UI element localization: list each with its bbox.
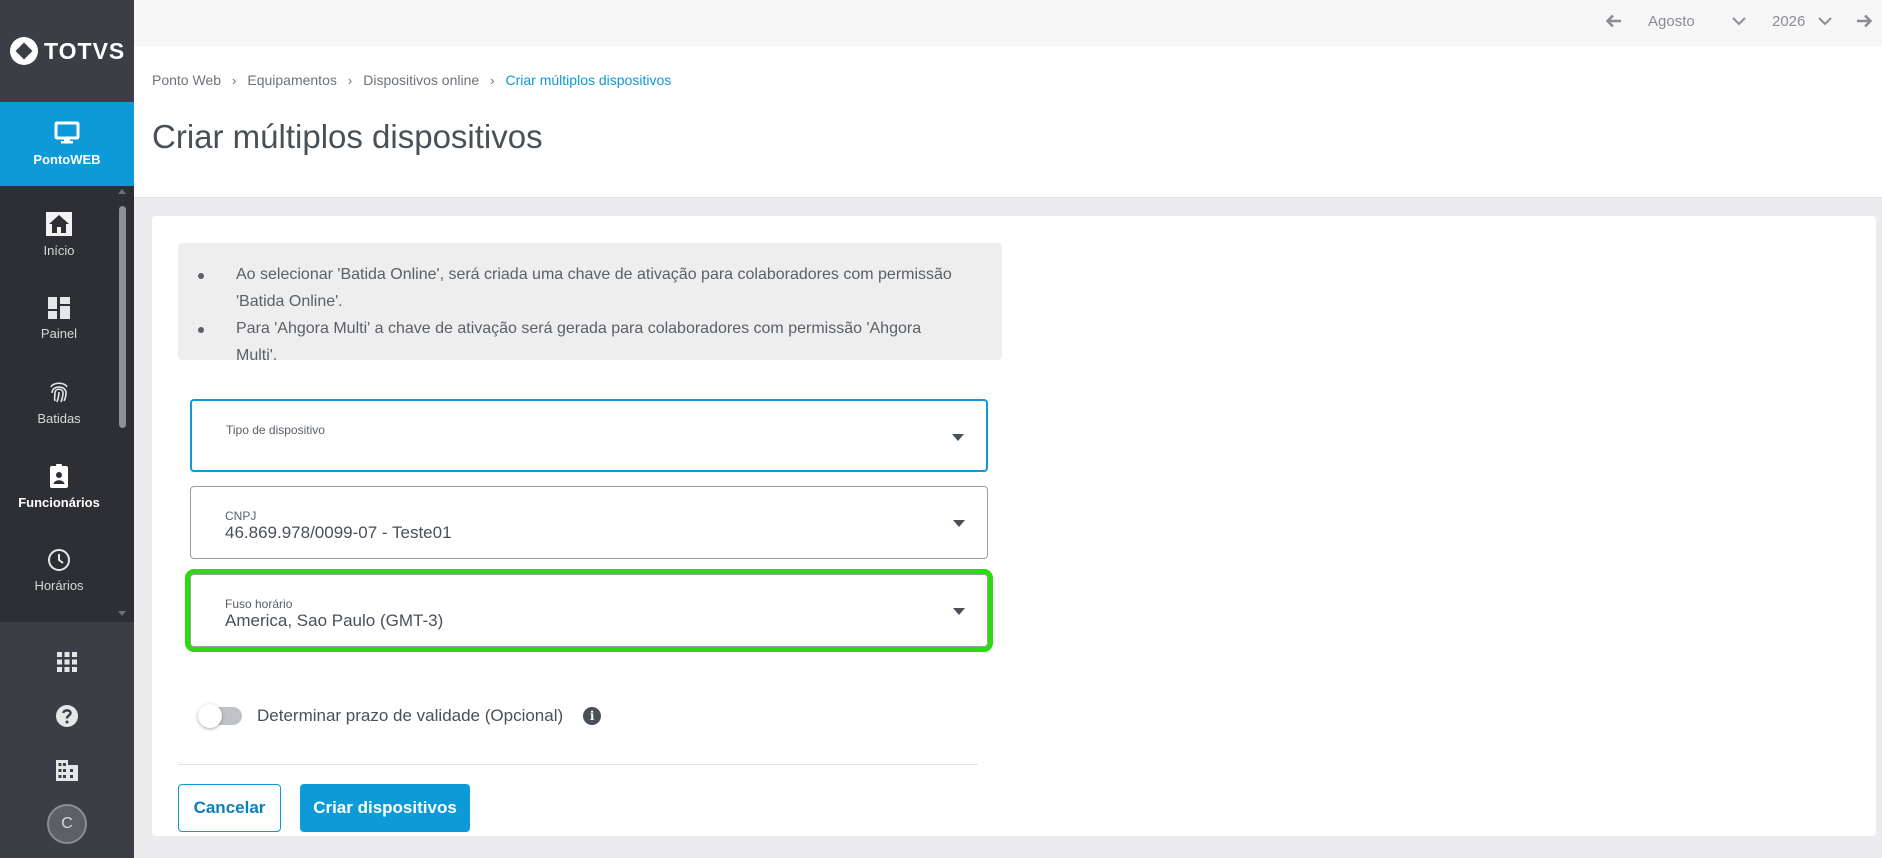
breadcrumb-item-dispositivos-online[interactable]: Dispositivos online [363, 72, 479, 88]
totvs-logo-mark-icon [10, 37, 38, 65]
badge-icon [50, 463, 68, 488]
breadcrumb-item-current: Criar múltiplos dispositivos [505, 72, 672, 88]
sidebar-item-horarios[interactable]: Horários [0, 528, 118, 612]
help-button[interactable] [0, 690, 134, 742]
info-box: Ao selecionar 'Batida Online', será cria… [178, 243, 1002, 364]
validity-toggle-row: Determinar prazo de validade (Opcional) … [198, 704, 602, 728]
fingerprint-icon [50, 381, 68, 402]
help-icon [56, 705, 78, 727]
sidebar-item-label: PontoWEB [33, 152, 101, 167]
breadcrumb: Ponto Web › Equipamentos › Dispositivos … [152, 72, 671, 88]
top-bar: Agosto 2026 [134, 0, 1882, 46]
apps-button[interactable] [0, 636, 134, 688]
breadcrumb-chevron-icon: › [232, 72, 237, 88]
building-icon [56, 760, 78, 781]
device-type-select[interactable]: Tipo de dispositivo [190, 399, 988, 472]
clock-icon [48, 548, 70, 571]
divider [178, 764, 978, 765]
timezone-select[interactable]: Fuso horário America, Sao Paulo (GMT-3) [185, 569, 993, 652]
prev-month-button[interactable] [1606, 0, 1622, 42]
home-icon [46, 211, 72, 236]
cnpj-label: CNPJ [225, 509, 257, 523]
cnpj-select[interactable]: CNPJ 46.869.978/0099-07 - Teste01 [190, 486, 988, 559]
year-select[interactable]: 2026 [1772, 0, 1812, 42]
cancel-button[interactable]: Cancelar [178, 784, 281, 832]
sidebar-item-inicio[interactable]: Início [0, 192, 118, 276]
month-value: Agosto [1648, 12, 1695, 30]
sidebar-scrollbar[interactable] [119, 206, 126, 428]
dashboard-icon [48, 296, 70, 319]
caret-down-icon [953, 520, 965, 527]
info-bullet: Para 'Ahgora Multi' a chave de ativação … [198, 315, 982, 369]
sidebar-item-funcionarios[interactable]: Funcionários [0, 444, 118, 528]
apps-grid-icon [57, 652, 77, 672]
monitor-icon [54, 121, 80, 144]
arrow-left-icon [1606, 14, 1621, 28]
totvs-logo[interactable]: TOTVS [0, 0, 134, 102]
next-month-button[interactable] [1856, 0, 1872, 42]
device-type-label: Tipo de dispositivo [226, 423, 325, 437]
company-button[interactable] [0, 744, 134, 796]
sidebar-item-pontoweb[interactable]: PontoWEB [0, 102, 134, 186]
user-menu[interactable]: C [0, 798, 134, 850]
timezone-label: Fuso horário [225, 597, 293, 611]
month-chevron-down-icon[interactable] [1732, 0, 1746, 42]
logo-text: TOTVS [44, 37, 126, 64]
caret-down-icon [952, 434, 964, 441]
breadcrumb-item-equipamentos[interactable]: Equipamentos [247, 72, 337, 88]
sidebar-item-label: Início [43, 242, 75, 258]
year-value: 2026 [1772, 12, 1806, 30]
toggle-knob [198, 704, 222, 728]
sidebar-item-label: Funcionários [18, 494, 100, 510]
breadcrumb-item-ponto-web[interactable]: Ponto Web [152, 72, 221, 88]
sidebar-item-painel[interactable]: Painel [0, 276, 118, 360]
breadcrumb-chevron-icon: › [490, 72, 495, 88]
create-devices-button[interactable]: Criar dispositivos [300, 784, 470, 832]
avatar: C [47, 804, 87, 844]
arrow-right-icon [1857, 14, 1872, 28]
info-bullet: Ao selecionar 'Batida Online', será cria… [198, 261, 982, 315]
validity-toggle[interactable] [198, 704, 242, 728]
timezone-value: America, Sao Paulo (GMT-3) [225, 611, 444, 630]
sidebar-item-label: Horários [34, 577, 84, 593]
year-chevron-down-icon[interactable] [1818, 0, 1832, 42]
scroll-down-arrow-icon[interactable] [118, 611, 126, 616]
sidebar-item-label: Painel [40, 325, 78, 341]
sidebar: TOTVS PontoWEB Início Painel Batidas Fun… [0, 0, 134, 858]
form-card: Ao selecionar 'Batida Online', será cria… [152, 216, 1876, 836]
caret-down-icon [953, 608, 965, 615]
page-header: Ponto Web › Equipamentos › Dispositivos … [134, 46, 1882, 198]
breadcrumb-chevron-icon: › [347, 72, 353, 88]
sidebar-item-label: Batidas [37, 410, 81, 426]
scroll-up-arrow-icon[interactable] [118, 189, 126, 194]
cnpj-value: 46.869.978/0099-07 - Teste01 [225, 523, 452, 542]
info-icon[interactable]: i [583, 707, 602, 725]
validity-toggle-label: Determinar prazo de validade (Opcional) [257, 706, 564, 725]
sidebar-item-batidas[interactable]: Batidas [0, 360, 118, 444]
page-title: Criar múltiplos dispositivos [152, 118, 543, 155]
